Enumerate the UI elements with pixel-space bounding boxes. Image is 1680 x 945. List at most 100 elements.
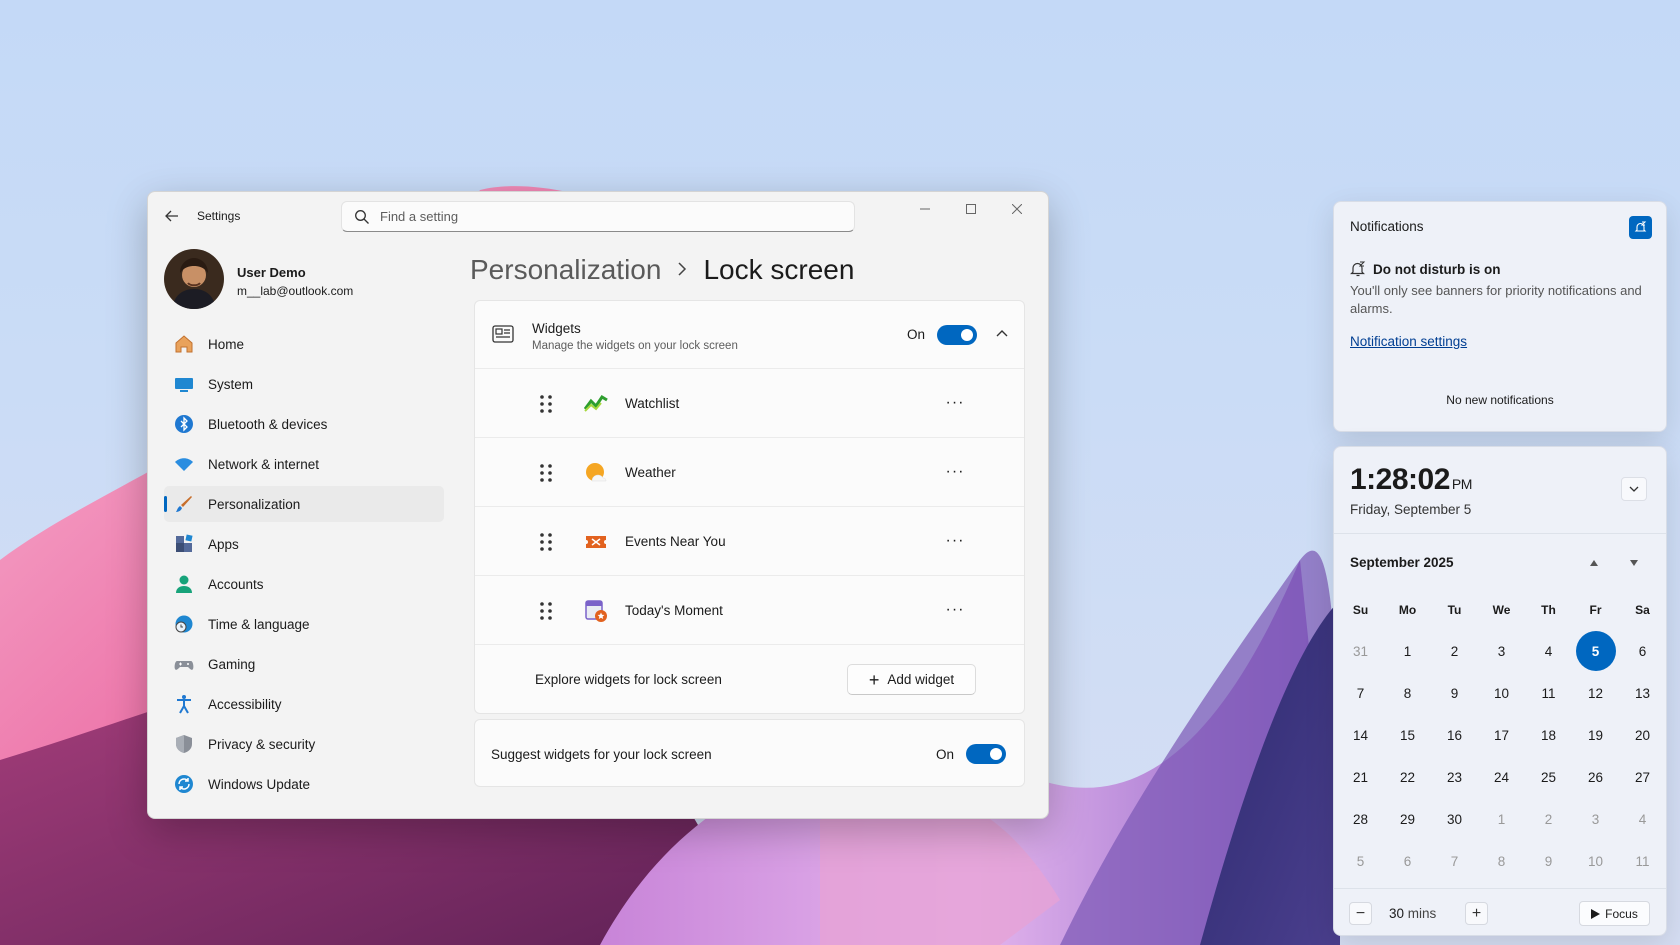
calendar-day[interactable]: 17 [1478, 714, 1525, 756]
calendar-day[interactable]: 1 [1384, 630, 1431, 672]
calendar-day[interactable]: 13 [1619, 672, 1666, 714]
calendar-day[interactable]: 8 [1384, 672, 1431, 714]
calendar-day-number: 24 [1493, 769, 1510, 785]
do-not-disturb-button[interactable] [1629, 216, 1652, 239]
sidebar-item-home[interactable]: Home [164, 326, 444, 362]
calendar-day[interactable]: 3 [1478, 630, 1525, 672]
calendar-day[interactable]: 22 [1384, 756, 1431, 798]
calendar-day[interactable]: 2 [1525, 798, 1572, 840]
month-title[interactable]: September 2025 [1350, 555, 1454, 570]
next-month-button[interactable] [1624, 553, 1644, 573]
sidebar-item-gaming[interactable]: Gaming [164, 646, 444, 682]
calendar-day[interactable]: 15 [1384, 714, 1431, 756]
calendar-day[interactable]: 18 [1525, 714, 1572, 756]
calendar-day[interactable]: 31 [1337, 630, 1384, 672]
calendar-day[interactable]: 11 [1525, 672, 1572, 714]
calendar-day[interactable]: 9 [1525, 840, 1572, 882]
sidebar-item-privacy-security[interactable]: Privacy & security [164, 726, 444, 762]
calendar-day-number: 26 [1587, 769, 1604, 785]
sidebar-item-accessibility[interactable]: Accessibility [164, 686, 444, 722]
previous-month-button[interactable] [1584, 553, 1604, 573]
chevron-down-icon [1629, 486, 1639, 492]
calendar-day[interactable]: 30 [1431, 798, 1478, 840]
drag-handle-icon[interactable] [539, 532, 553, 552]
calendar-day[interactable]: 9 [1431, 672, 1478, 714]
increase-focus-button[interactable]: + [1465, 902, 1488, 925]
search-input[interactable] [380, 209, 840, 224]
breadcrumb-parent[interactable]: Personalization [470, 254, 661, 286]
drag-handle-icon[interactable] [539, 463, 553, 483]
user-profile[interactable]: User Demo m__lab@outlook.com [164, 249, 414, 311]
calendar-day[interactable]: 12 [1572, 672, 1619, 714]
add-widget-button[interactable]: + Add widget [847, 664, 976, 695]
calendar-day[interactable]: 11 [1619, 840, 1666, 882]
notification-settings-link[interactable]: Notification settings [1350, 334, 1467, 349]
sidebar-item-personalization[interactable]: Personalization [164, 486, 444, 522]
search-box[interactable] [341, 201, 855, 232]
sidebar-item-windows-update[interactable]: Windows Update [164, 766, 444, 802]
collapse-widgets-button[interactable] [992, 323, 1012, 343]
clock-date: Friday, September 5 [1350, 502, 1472, 517]
calendar-day[interactable]: 16 [1431, 714, 1478, 756]
calendar-day-number: 25 [1540, 769, 1557, 785]
calendar-day[interactable]: 10 [1572, 840, 1619, 882]
back-button[interactable] [160, 204, 184, 228]
calendar-day[interactable]: 5 [1337, 840, 1384, 882]
widgets-header[interactable]: Widgets Manage the widgets on your lock … [475, 301, 1024, 369]
calendar-day[interactable]: 14 [1337, 714, 1384, 756]
calendar-day-number: 17 [1493, 727, 1510, 743]
more-options-button[interactable]: ··· [943, 598, 967, 622]
calendar-day[interactable]: 27 [1619, 756, 1666, 798]
sidebar-item-accounts[interactable]: Accounts [164, 566, 444, 602]
calendar-day-today[interactable]: 5 [1572, 630, 1619, 672]
user-email: m__lab@outlook.com [237, 284, 354, 298]
calendar-day[interactable]: 4 [1619, 798, 1666, 840]
drag-handle-icon[interactable] [539, 601, 553, 621]
close-button[interactable] [994, 194, 1040, 224]
suggest-widgets-toggle[interactable] [966, 744, 1006, 764]
widgets-state-label: On [907, 327, 926, 342]
notifications-title: Notifications [1350, 219, 1424, 234]
calendar-flyout: 1:28:02 PM Friday, September 5 September … [1333, 446, 1667, 936]
calendar-day[interactable]: 19 [1572, 714, 1619, 756]
calendar-day[interactable]: 24 [1478, 756, 1525, 798]
calendar-day[interactable]: 6 [1619, 630, 1666, 672]
drag-handle-icon[interactable] [539, 394, 553, 414]
more-options-button[interactable]: ··· [943, 460, 967, 484]
maximize-button[interactable] [948, 194, 994, 224]
clock-globe-icon [174, 614, 194, 634]
calendar-day[interactable]: 26 [1572, 756, 1619, 798]
calendar-day[interactable]: 20 [1619, 714, 1666, 756]
calendar-day[interactable]: 1 [1478, 798, 1525, 840]
sidebar-item-network[interactable]: Network & internet [164, 446, 444, 482]
calendar-day[interactable]: 23 [1431, 756, 1478, 798]
calendar-day[interactable]: 3 [1572, 798, 1619, 840]
collapse-calendar-button[interactable] [1621, 477, 1647, 501]
settings-window: Settings User Demo m__lab@outlook.com [147, 191, 1049, 819]
widget-name: Watchlist [625, 396, 680, 411]
sidebar-item-time-language[interactable]: Time & language [164, 606, 444, 642]
calendar-day[interactable]: 2 [1431, 630, 1478, 672]
focus-button[interactable]: Focus [1579, 901, 1650, 926]
calendar-day[interactable]: 7 [1337, 672, 1384, 714]
widgets-toggle[interactable] [937, 325, 977, 345]
calendar-day[interactable]: 6 [1384, 840, 1431, 882]
sidebar-item-bluetooth-devices[interactable]: Bluetooth & devices [164, 406, 444, 442]
calendar-day[interactable]: 7 [1431, 840, 1478, 882]
notification-center: Notifications Do not disturb is on You'l… [1333, 201, 1667, 432]
calendar-day[interactable]: 28 [1337, 798, 1384, 840]
calendar-day-number: 31 [1352, 643, 1369, 659]
sidebar-item-system[interactable]: System [164, 366, 444, 402]
sidebar-item-apps[interactable]: Apps [164, 526, 444, 562]
more-options-button[interactable]: ··· [943, 529, 967, 553]
decrease-focus-button[interactable]: − [1349, 902, 1372, 925]
minimize-button[interactable] [902, 194, 948, 224]
more-options-button[interactable]: ··· [943, 391, 967, 415]
calendar-day[interactable]: 4 [1525, 630, 1572, 672]
calendar-day-number: 15 [1399, 727, 1416, 743]
calendar-day[interactable]: 25 [1525, 756, 1572, 798]
calendar-day[interactable]: 10 [1478, 672, 1525, 714]
calendar-day[interactable]: 29 [1384, 798, 1431, 840]
calendar-day[interactable]: 8 [1478, 840, 1525, 882]
calendar-day[interactable]: 21 [1337, 756, 1384, 798]
